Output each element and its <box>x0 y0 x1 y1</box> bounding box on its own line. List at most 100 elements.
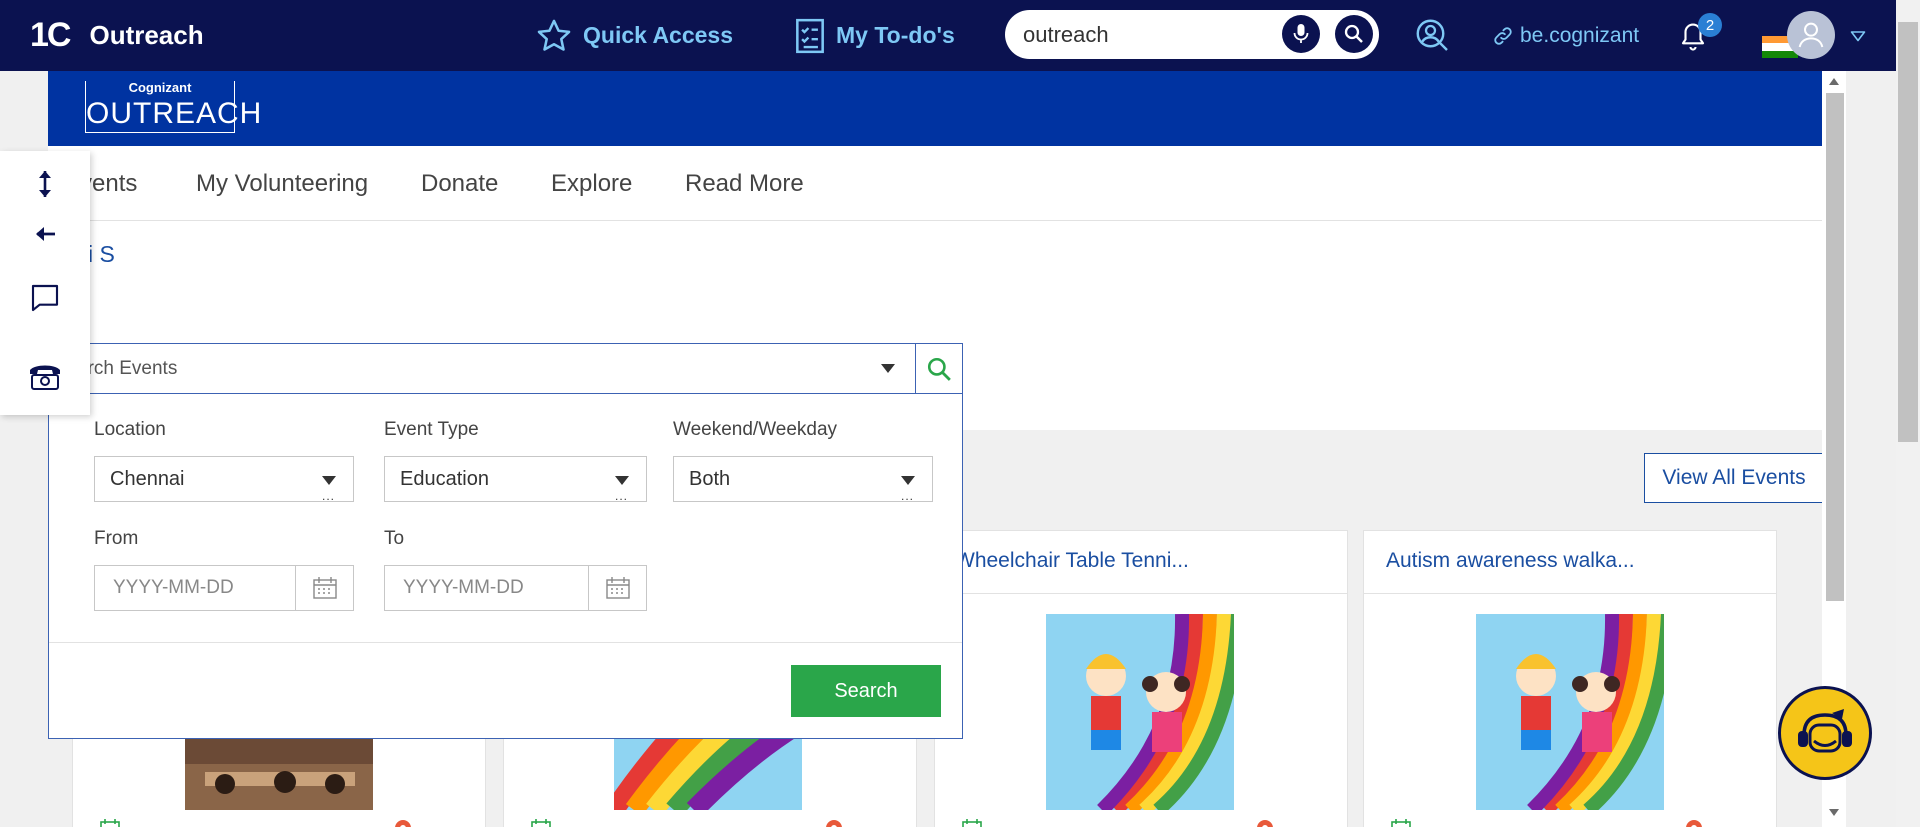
ellipsis-icon: ... <box>321 489 335 503</box>
event-card-title[interactable]: Wheelchair Table Tenni... <box>955 549 1189 573</box>
voice-search-button[interactable] <box>1282 15 1320 53</box>
chatbot-icon <box>1798 709 1852 753</box>
panel-divider <box>49 642 962 643</box>
kids-rainbow-illustration <box>1476 614 1664 810</box>
to-date-field <box>384 565 647 611</box>
calendar-icon <box>605 577 630 599</box>
ellipsis-icon: ... <box>614 489 628 503</box>
outreach-logo[interactable]: Cognizant OUTREACH <box>85 81 263 133</box>
calendar-icon <box>962 819 982 827</box>
from-date-input[interactable] <box>95 566 295 610</box>
search-icon <box>927 357 951 381</box>
event-type-select[interactable]: Education ... <box>384 456 647 502</box>
arrow-left-icon <box>36 227 55 241</box>
chatbot-launcher[interactable] <box>1778 686 1872 780</box>
my-todos-link[interactable]: My To-do's <box>794 0 955 71</box>
support-button[interactable] <box>0 346 90 406</box>
user-avatar[interactable] <box>1787 11 1835 59</box>
search-icon <box>1344 24 1363 43</box>
section-nav: vents My Volunteering Donate Explore Rea… <box>48 146 1822 221</box>
feedback-button[interactable] <box>0 268 90 328</box>
logo-outreach-text: OUTREACH <box>86 97 263 130</box>
ellipsis-icon: ... <box>900 489 914 503</box>
event-image <box>1046 614 1234 810</box>
scroll-down-arrow-icon[interactable] <box>1829 809 1839 816</box>
to-date-input[interactable] <box>385 566 585 610</box>
event-search-panel: arch Events Location Chennai ... Event T… <box>48 343 963 739</box>
from-date-label: From <box>94 528 139 549</box>
notification-count-badge: 2 <box>1698 13 1722 37</box>
logo-cognizant-text: Cognizant <box>86 81 234 95</box>
search-events-button[interactable]: Search <box>791 665 941 717</box>
event-search-input[interactable]: arch Events <box>77 344 177 394</box>
be-cognizant-label: be.cognizant <box>1520 23 1640 47</box>
nav-item-donate[interactable]: Donate <box>421 146 498 221</box>
people-search-button[interactable] <box>1412 15 1452 55</box>
user-name-link[interactable]: i S <box>88 241 115 268</box>
weekend-weekday-select[interactable]: Both ... <box>673 456 933 502</box>
scroll-up-arrow-icon[interactable] <box>1829 78 1839 85</box>
app-name: Outreach <box>89 20 204 50</box>
calendar-icon <box>1391 819 1411 827</box>
dropdown-caret-icon <box>901 476 915 485</box>
event-search-button[interactable] <box>915 344 962 393</box>
location-pin-icon <box>1686 820 1702 827</box>
profile-menu-toggle[interactable] <box>1846 28 1870 44</box>
location-pin-icon <box>826 820 842 827</box>
telephone-support-icon <box>30 365 60 390</box>
from-date-calendar-button[interactable] <box>295 566 353 610</box>
nav-item-my-volunteering[interactable]: My Volunteering <box>196 146 368 221</box>
back-button[interactable] <box>0 204 90 264</box>
top-navigation-bar: 1C Outreach Quick Access My To-do's be.c… <box>0 0 1920 71</box>
event-image <box>1476 614 1664 810</box>
filter-toggle-caret-icon[interactable] <box>881 364 895 373</box>
event-card-title[interactable]: Autism awareness walka... <box>1386 549 1635 573</box>
to-date-label: To <box>384 528 405 549</box>
quick-access-link[interactable]: Quick Access <box>535 0 733 71</box>
nav-item-explore[interactable]: Explore <box>551 146 632 221</box>
location-pin-icon <box>395 820 411 827</box>
calendar-icon <box>312 577 337 599</box>
microphone-icon <box>1293 24 1309 43</box>
event-search-bar: arch Events <box>49 344 962 394</box>
dropdown-caret-icon <box>322 476 336 485</box>
vertical-arrows-icon <box>39 171 51 197</box>
event-card[interactable]: Autism awareness walka... <box>1363 530 1777 827</box>
event-card[interactable]: Wheelchair Table Tenni... <box>934 530 1348 827</box>
dropdown-caret-icon <box>615 476 629 485</box>
weekend-weekday-label: Weekend/Weekday <box>673 419 838 440</box>
calendar-icon <box>531 819 551 827</box>
content-scrollbar-thumb[interactable] <box>1826 93 1844 601</box>
location-select[interactable]: Chennai ... <box>94 456 354 502</box>
global-search-button[interactable] <box>1335 15 1373 53</box>
brand[interactable]: 1C Outreach <box>30 0 204 71</box>
chat-bubble-icon <box>31 284 59 312</box>
link-icon <box>1494 26 1512 45</box>
page-scrollbar-thumb[interactable] <box>1898 22 1918 442</box>
card-divider <box>935 593 1347 594</box>
event-type-value: Education <box>400 467 489 490</box>
location-pin-icon <box>1257 820 1273 827</box>
side-tool-rail <box>0 151 90 415</box>
nav-item-read-more[interactable]: Read More <box>685 146 804 221</box>
chevron-down-icon <box>1850 31 1866 42</box>
user-icon <box>1798 22 1824 48</box>
event-type-label: Event Type <box>384 419 479 440</box>
from-date-field <box>94 565 354 611</box>
card-divider <box>1364 593 1776 594</box>
global-search-box <box>1005 10 1379 59</box>
quick-access-label: Quick Access <box>583 22 734 48</box>
my-todos-label: My To-do's <box>836 22 955 48</box>
star-icon <box>537 19 571 51</box>
view-all-events-button[interactable]: View All Events <box>1644 453 1824 503</box>
brand-logo: 1C <box>30 16 71 54</box>
user-search-icon <box>1416 19 1448 51</box>
weekend-weekday-value: Both <box>689 467 731 490</box>
calendar-icon <box>100 819 120 827</box>
global-search-input[interactable] <box>1023 21 1273 48</box>
to-date-calendar-button[interactable] <box>588 566 646 610</box>
location-value: Chennai <box>110 467 185 490</box>
be-cognizant-link[interactable]: be.cognizant <box>1492 0 1639 71</box>
checklist-icon <box>796 18 824 53</box>
kids-rainbow-illustration <box>1046 614 1234 810</box>
